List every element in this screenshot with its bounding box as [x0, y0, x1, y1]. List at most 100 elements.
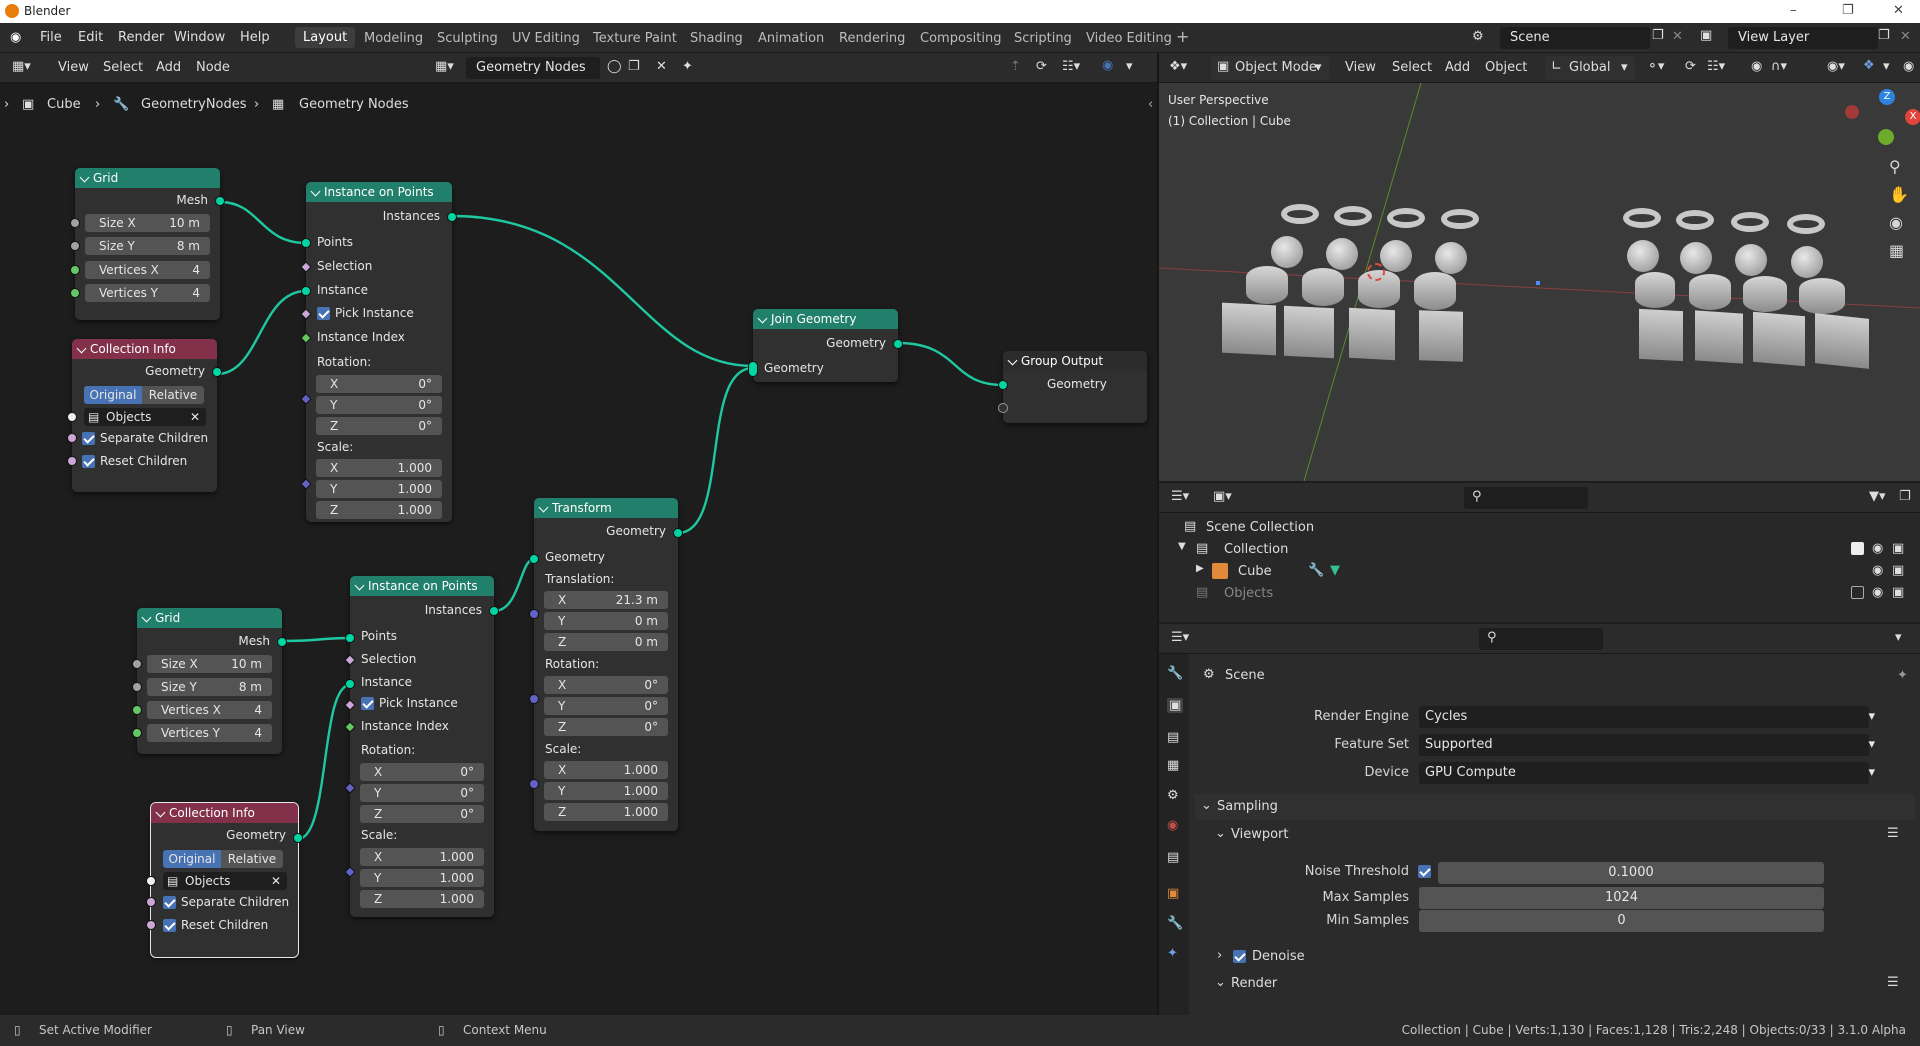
- size-y-field[interactable]: Size Y 8 m: [147, 678, 272, 696]
- size-x-socket[interactable]: [70, 218, 80, 228]
- pan-hand-icon[interactable]: ✋: [1889, 185, 1909, 204]
- collection-field[interactable]: ▤ Objects ✕: [84, 408, 206, 426]
- modifier-tab-icon[interactable]: 🔧: [1167, 916, 1183, 931]
- mesh-output-socket[interactable]: [277, 637, 287, 647]
- sphere-object[interactable]: [1435, 242, 1467, 274]
- torus-object[interactable]: [1787, 214, 1825, 234]
- scale-z-field[interactable]: Z 1.000: [544, 803, 668, 821]
- snap-icon[interactable]: ⟳: [1685, 59, 1696, 74]
- node-title[interactable]: Grid: [137, 608, 282, 628]
- properties-search-input[interactable]: [1479, 628, 1603, 650]
- rotation-x-field[interactable]: X 0°: [316, 375, 442, 393]
- scene-name-field[interactable]: Scene: [1500, 27, 1650, 49]
- torus-object[interactable]: [1387, 208, 1425, 228]
- expand-arrow-icon[interactable]: ▶: [1196, 563, 1204, 574]
- scale-y-field[interactable]: Y 1.000: [360, 869, 484, 887]
- node-tree-name-field[interactable]: Geometry Nodes: [466, 57, 600, 79]
- render-camera-icon[interactable]: ▣: [1892, 585, 1904, 600]
- snap-icon[interactable]: ⟳: [1036, 59, 1047, 74]
- instances-output-socket[interactable]: [489, 606, 499, 616]
- collection-tab-icon[interactable]: ▤: [1167, 850, 1179, 865]
- min-samples-field[interactable]: 0: [1419, 910, 1824, 932]
- gizmo-y-axis[interactable]: [1878, 129, 1894, 145]
- reset-children-socket[interactable]: [146, 920, 156, 930]
- tool-tab-icon[interactable]: 🔧: [1167, 666, 1183, 681]
- feature-set-dropdown[interactable]: Supported ▾: [1419, 734, 1875, 756]
- modifier-wrench-icon[interactable]: 🔧: [1308, 563, 1324, 578]
- render-engine-dropdown[interactable]: Cycles ▾: [1419, 706, 1875, 728]
- outliner-row-objects[interactable]: ▤ Objects ◉ ▣: [1184, 585, 1904, 603]
- device-dropdown[interactable]: GPU Compute ▾: [1419, 762, 1875, 784]
- vertices-x-field[interactable]: Vertices X 4: [147, 701, 272, 719]
- node-menu-add[interactable]: Add: [156, 60, 181, 75]
- menu-window[interactable]: Window: [174, 30, 225, 45]
- cylinder-object[interactable]: [1799, 278, 1845, 314]
- noise-threshold-checkbox[interactable]: [1418, 865, 1431, 878]
- separate-children-checkbox[interactable]: [163, 896, 176, 909]
- reset-children-checkbox[interactable]: [163, 919, 176, 932]
- torus-object[interactable]: [1441, 209, 1479, 229]
- cylinder-object[interactable]: [1414, 272, 1456, 310]
- points-input-socket[interactable]: [345, 633, 355, 643]
- translation-socket[interactable]: [529, 609, 539, 619]
- rotation-x-field[interactable]: X 0°: [544, 676, 668, 694]
- rotation-y-field[interactable]: Y 0°: [316, 396, 442, 414]
- group-output-node[interactable]: Group Output Geometry: [998, 351, 1147, 423]
- pin-icon[interactable]: ✦: [682, 59, 693, 74]
- size-y-socket[interactable]: [132, 682, 142, 692]
- mode-dropdown[interactable]: ▣ Object Mode ▾: [1211, 56, 1329, 80]
- tab-layout[interactable]: Layout: [295, 27, 356, 48]
- display-mode-icon[interactable]: ▣▾: [1213, 489, 1232, 504]
- geometry-input-socket[interactable]: [529, 554, 539, 564]
- instance-input-socket[interactable]: [301, 286, 311, 296]
- outliner-search-input[interactable]: [1464, 487, 1588, 509]
- vertices-y-field[interactable]: Vertices Y 4: [147, 724, 272, 742]
- clear-icon[interactable]: ✕: [190, 408, 200, 426]
- viewport-subpanel-header[interactable]: ⌄ Viewport ☰: [1195, 822, 1915, 848]
- delete-view-layer-icon[interactable]: ✕: [1900, 29, 1911, 44]
- cube-object[interactable]: [1639, 308, 1683, 362]
- eye-icon[interactable]: ◉: [1872, 541, 1883, 556]
- translation-x-field[interactable]: X 21.3 m: [544, 591, 668, 609]
- menu-help[interactable]: Help: [240, 30, 270, 45]
- rotation-x-field[interactable]: X 0°: [360, 763, 484, 781]
- cylinder-object[interactable]: [1302, 268, 1344, 306]
- vertices-x-socket[interactable]: [132, 705, 142, 715]
- mesh-data-icon[interactable]: ▼: [1330, 563, 1340, 578]
- scale-z-field[interactable]: Z 1.000: [360, 890, 484, 908]
- overlay-icon[interactable]: ◉: [1903, 59, 1914, 74]
- new-collection-icon[interactable]: ❐: [1899, 489, 1911, 504]
- torus-object[interactable]: [1623, 208, 1661, 228]
- relative-toggle[interactable]: Relative: [221, 850, 283, 868]
- cube-object[interactable]: [1753, 311, 1805, 367]
- unlink-tree-icon[interactable]: ✕: [656, 59, 667, 74]
- node-menu-node[interactable]: Node: [196, 60, 230, 75]
- size-x-socket[interactable]: [132, 659, 142, 669]
- scale-x-field[interactable]: X 1.000: [360, 848, 484, 866]
- minimize-icon[interactable]: –: [1790, 3, 1797, 18]
- expand-arrow-icon[interactable]: ▼: [1178, 541, 1186, 552]
- falloff-icon[interactable]: ∩▾: [1771, 59, 1787, 74]
- duplicate-tree-icon[interactable]: ❐: [628, 59, 640, 74]
- new-scene-icon[interactable]: ❐: [1652, 28, 1664, 43]
- grid-node[interactable]: Grid Mesh Size X 10 m Size Y 8 m Vertices …: [132, 608, 287, 754]
- world-tab-icon[interactable]: ◉: [1167, 818, 1178, 833]
- tab-animation[interactable]: Animation: [758, 31, 824, 46]
- scale-socket[interactable]: [529, 779, 539, 789]
- tab-shading[interactable]: Shading: [690, 31, 743, 46]
- geometry-output-socket[interactable]: [212, 367, 222, 377]
- new-view-layer-icon[interactable]: ❐: [1878, 28, 1890, 43]
- rotation-y-field[interactable]: Y 0°: [544, 697, 668, 715]
- rotation-socket[interactable]: [529, 694, 539, 704]
- viewport-menu-object[interactable]: Object: [1485, 60, 1527, 75]
- vertices-x-field[interactable]: Vertices X 4: [85, 261, 210, 279]
- node-menu-select[interactable]: Select: [103, 60, 143, 75]
- cube-object[interactable]: [1222, 302, 1276, 356]
- cylinder-object[interactable]: [1635, 272, 1675, 308]
- collection-socket[interactable]: [146, 876, 156, 886]
- close-icon[interactable]: ✕: [1893, 3, 1904, 18]
- node-title[interactable]: Grid: [75, 168, 220, 188]
- size-x-field[interactable]: Size X 10 m: [85, 214, 210, 232]
- exclude-checkbox[interactable]: [1851, 586, 1864, 599]
- editor-type-icon[interactable]: ☰▾: [1171, 630, 1189, 645]
